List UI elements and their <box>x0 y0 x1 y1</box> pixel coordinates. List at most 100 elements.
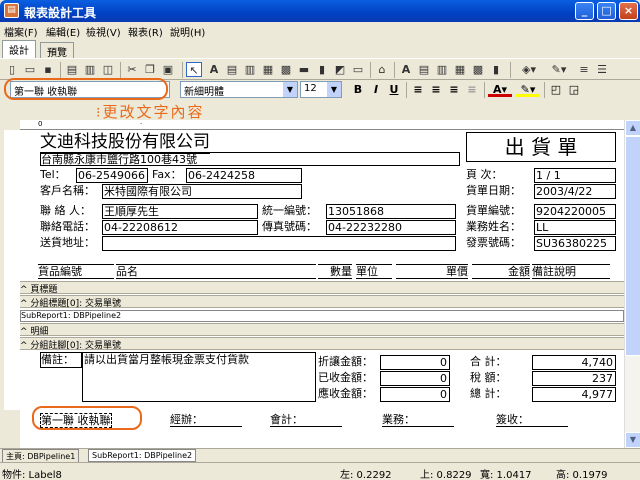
maximize-button[interactable]: □ <box>597 2 616 20</box>
shape-tool-icon[interactable]: ▬ <box>296 62 312 77</box>
menu-report[interactable]: 報表(R) <box>128 24 163 39</box>
band-group-footer[interactable]: ^ 分組註腳[0]: 交易單號 <box>20 337 624 351</box>
total-field[interactable]: 4,977 <box>532 387 616 402</box>
line-color-icon[interactable]: ✎▾ <box>546 62 572 77</box>
discount-field[interactable]: 0 <box>380 355 450 370</box>
col-quantity[interactable]: 數量 <box>318 264 352 279</box>
dbrichtext-tool-icon[interactable]: ▥ <box>434 62 450 77</box>
menu-help[interactable]: 說明(H) <box>170 24 205 39</box>
due-label[interactable]: 應收金額： <box>318 387 373 400</box>
tel-label[interactable]: Tel： <box>40 168 66 181</box>
bold-button[interactable]: B <box>350 82 366 97</box>
richtext-tool-icon[interactable]: ▥ <box>242 62 258 77</box>
ship-label[interactable]: 送貨地址： <box>40 236 95 249</box>
dbtext-tool-icon[interactable]: A <box>398 62 414 77</box>
chevron-down-icon[interactable]: ▼ <box>327 82 341 97</box>
scroll-thumb[interactable] <box>625 136 640 356</box>
col-item-name[interactable]: 品名 <box>116 264 316 279</box>
col-unit[interactable]: 單位 <box>356 264 392 279</box>
tab-design[interactable]: 設計 <box>2 40 36 58</box>
customer-field[interactable]: 米特國際有限公司 <box>102 184 302 199</box>
calc-tool-icon[interactable]: ▦ <box>260 62 276 77</box>
line-width-icon[interactable]: ☰ <box>594 62 610 77</box>
docno-field[interactable]: 9204220005 <box>534 204 616 219</box>
phone-field[interactable]: 04-22208612 <box>102 220 258 235</box>
print-icon[interactable]: ▥ <box>82 62 98 77</box>
tel-field[interactable]: 06-2549066 <box>76 168 148 183</box>
fax-label[interactable]: Fax： <box>152 168 182 181</box>
ship-field[interactable] <box>102 236 456 251</box>
dbcalc-tool-icon[interactable]: ▦ <box>452 62 468 77</box>
home-icon[interactable]: ⌂ <box>374 62 390 77</box>
due-field[interactable]: 0 <box>380 387 450 402</box>
menu-view[interactable]: 檢視(V) <box>86 24 121 39</box>
sign-label[interactable]: 簽收： <box>496 413 568 427</box>
print-preview-icon[interactable]: ◫ <box>100 62 116 77</box>
dbimage-tool-icon[interactable]: ▩ <box>470 62 486 77</box>
tab-subreport1[interactable]: SubReport1: DBPipeline2 <box>88 449 197 462</box>
bring-to-front-icon[interactable]: ◰ <box>548 82 564 97</box>
band-page-header[interactable]: ^ 頁標題 <box>20 281 624 295</box>
received-label[interactable]: 已收金額： <box>318 371 373 384</box>
date-field[interactable]: 2003/4/22 <box>534 184 616 199</box>
report-design-canvas[interactable]: 文迪科技股份有限公司 台南縣永康市鹽行路100巷43號 出 貨 單 Tel： 0… <box>20 130 624 448</box>
font-color-icon[interactable]: A▾ <box>488 82 512 97</box>
image-tool-icon[interactable]: ▩ <box>278 62 294 77</box>
phone-label[interactable]: 聯絡電話： <box>40 220 95 233</box>
highlight-color-icon[interactable]: ✎▾ <box>516 82 540 97</box>
invoice-field[interactable]: SU36380225 <box>534 236 616 251</box>
received-field[interactable]: 0 <box>380 371 450 386</box>
contact-field[interactable]: 王順厚先生 <box>102 204 258 219</box>
discount-label[interactable]: 折讓金額： <box>318 355 373 368</box>
font-size-select[interactable]: 12 ▼ <box>300 81 342 98</box>
tax-label[interactable]: 稅 額： <box>470 371 507 384</box>
docno-label[interactable]: 貨單編號： <box>466 204 521 217</box>
chart-tool-icon[interactable]: ◩ <box>332 62 348 77</box>
menu-file[interactable]: 檔案(F) <box>4 24 38 39</box>
align-center-icon[interactable]: ≡ <box>428 82 444 97</box>
cut-icon[interactable]: ✂ <box>124 62 140 77</box>
select-pointer-icon[interactable]: ↖ <box>186 62 202 77</box>
page-field[interactable]: 1 / 1 <box>534 168 616 183</box>
note-label[interactable]: 備註： <box>40 352 82 368</box>
col-remarks[interactable]: 備註說明 <box>532 264 610 279</box>
col-item-code[interactable]: 貨品編號 <box>38 264 114 279</box>
taxid-field[interactable]: 13051868 <box>326 204 456 219</box>
open-folder-icon[interactable]: ▭ <box>22 62 38 77</box>
vertical-scrollbar[interactable]: ▲ ▼ <box>624 120 640 448</box>
line-style-icon[interactable]: ≡ <box>576 62 592 77</box>
tax-field[interactable]: 237 <box>532 371 616 386</box>
sales-label[interactable]: 業務姓名： <box>466 220 521 233</box>
faxno-label[interactable]: 傳真號碼： <box>262 220 317 233</box>
sales-field[interactable]: LL <box>534 220 616 235</box>
total-label[interactable]: 總 計： <box>470 387 507 400</box>
copy-icon[interactable]: ❐ <box>142 62 158 77</box>
company-address[interactable]: 台南縣永康市鹽行路100巷43號 <box>40 152 460 166</box>
invoice-label[interactable]: 發票號碼： <box>466 236 521 249</box>
band-group-header[interactable]: ^ 分組標題[0]: 交易單號 <box>20 295 624 309</box>
menu-edit[interactable]: 編輯(E) <box>46 24 80 39</box>
barcode-tool-icon[interactable]: ▮ <box>314 62 330 77</box>
save-icon[interactable]: ▪ <box>40 62 56 77</box>
close-button[interactable]: × <box>619 2 638 20</box>
fill-color-icon[interactable]: ◈▾ <box>516 62 542 77</box>
dbmemo-tool-icon[interactable]: ▤ <box>416 62 432 77</box>
contact-label[interactable]: 聯 絡 人： <box>40 204 91 217</box>
align-left-icon[interactable]: ≡ <box>410 82 426 97</box>
col-amount[interactable]: 金額 <box>472 264 530 279</box>
new-file-icon[interactable]: ▯ <box>4 62 20 77</box>
accounting-label[interactable]: 會計： <box>270 413 342 427</box>
doc-title[interactable]: 出 貨 單 <box>466 132 616 162</box>
subreport-region[interactable]: SubReport1: DBPipeline2 <box>20 310 624 322</box>
tab-preview[interactable]: 預覽 <box>40 42 74 59</box>
col-price[interactable]: 單價 <box>396 264 468 279</box>
faxno-field[interactable]: 04-22232280 <box>326 220 456 235</box>
align-justify-icon[interactable]: ≡ <box>464 82 480 97</box>
note-field[interactable]: 請以出貨當月整帳現金票支付貨款 <box>82 352 316 402</box>
subtotal-field[interactable]: 4,740 <box>532 355 616 370</box>
scroll-down-icon[interactable]: ▼ <box>625 432 640 448</box>
print-setup-icon[interactable]: ▤ <box>64 62 80 77</box>
customer-label[interactable]: 客戶名稱： <box>40 184 95 197</box>
send-to-back-icon[interactable]: ◲ <box>566 82 582 97</box>
fax-field[interactable]: 06-2424258 <box>186 168 302 183</box>
